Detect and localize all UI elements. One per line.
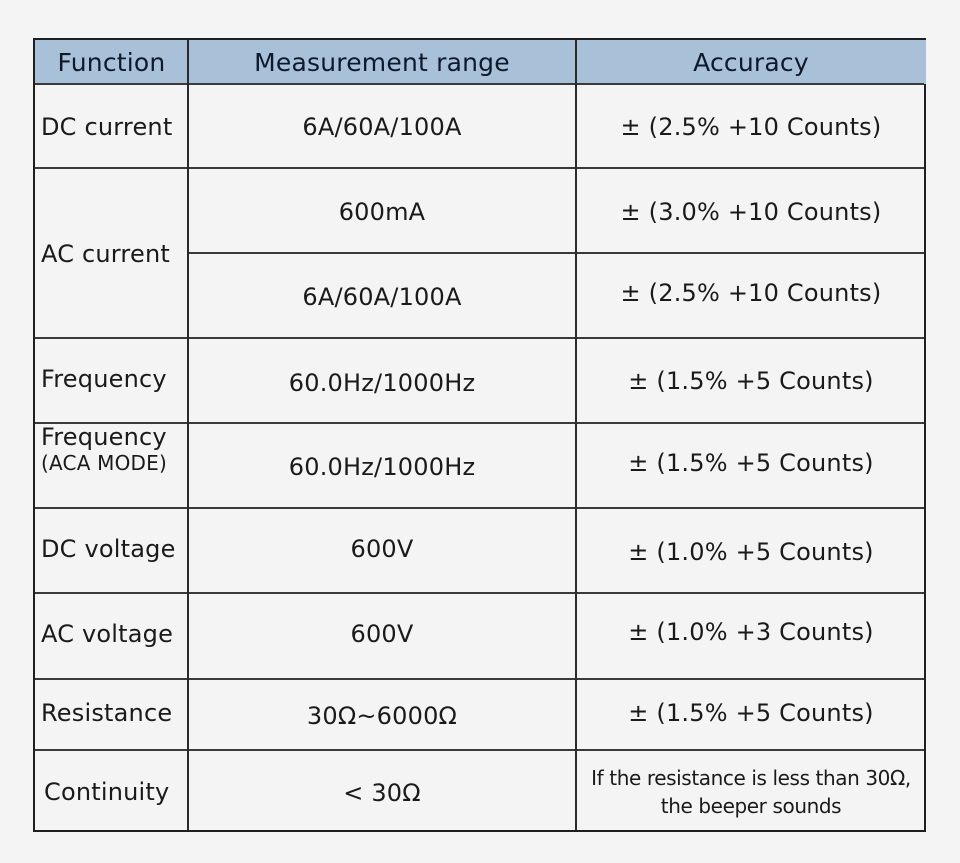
header-function: Function: [35, 40, 188, 84]
function-cell: DC current: [41, 113, 173, 141]
function-sublabel: (ACA MODE): [41, 450, 167, 475]
accuracy-note-line2: the beeper sounds: [660, 793, 842, 818]
accuracy-cell: ± (1.0% +5 Counts): [628, 537, 874, 566]
accuracy-cell: ± (2.5% +10 Counts): [620, 279, 882, 307]
column-divider: [575, 40, 577, 830]
function-cell: Continuity: [44, 777, 170, 806]
row-divider: [35, 337, 924, 339]
accuracy-cell: ± (1.5% +5 Counts): [628, 449, 874, 477]
row-divider: [188, 252, 924, 254]
accuracy-note-line1: If the resistance is less than 30Ω,: [591, 765, 911, 790]
function-cell: DC voltage: [41, 535, 176, 563]
range-cell: 600mA: [338, 197, 426, 226]
accuracy-cell: ± (3.0% +10 Counts): [620, 197, 882, 226]
header-accuracy: Accuracy: [576, 40, 926, 84]
accuracy-cell: ± (2.5% +10 Counts): [620, 113, 882, 141]
function-cell: Frequency (ACA MODE): [35, 423, 188, 509]
accuracy-cell: ± (1.5% +5 Counts): [628, 699, 874, 727]
row-divider: [35, 422, 924, 424]
function-cell: AC voltage: [41, 620, 174, 648]
range-cell: 30Ω~6000Ω: [306, 701, 458, 730]
row-divider: [35, 678, 924, 680]
range-cell: 6A/60A/100A: [302, 113, 462, 141]
row-divider: [35, 83, 924, 85]
range-cell: 600V: [350, 535, 414, 563]
row-divider: [35, 167, 924, 169]
range-cell: < 30Ω: [343, 779, 421, 807]
function-label: Frequency: [41, 423, 167, 451]
range-cell: 600V: [350, 620, 414, 648]
column-divider: [187, 40, 189, 830]
row-divider: [35, 592, 924, 594]
header-measurement-range: Measurement range: [188, 40, 576, 84]
function-cell: AC current: [41, 240, 170, 268]
range-cell: 60.0Hz/1000Hz: [288, 452, 476, 481]
accuracy-cell: If the resistance is less than 30Ω, the …: [576, 751, 926, 832]
function-cell: Resistance: [41, 698, 173, 727]
function-cell: Frequency: [41, 365, 167, 393]
accuracy-cell: ± (1.0% +3 Counts): [628, 618, 874, 646]
accuracy-cell: ± (1.5% +5 Counts): [628, 366, 874, 395]
row-divider: [35, 749, 924, 751]
range-cell: 6A/60A/100A: [302, 282, 462, 311]
spec-table: Function Measurement range Accuracy DC c…: [33, 38, 926, 832]
row-divider: [35, 507, 924, 509]
range-cell: 60.0Hz/1000Hz: [288, 369, 476, 397]
